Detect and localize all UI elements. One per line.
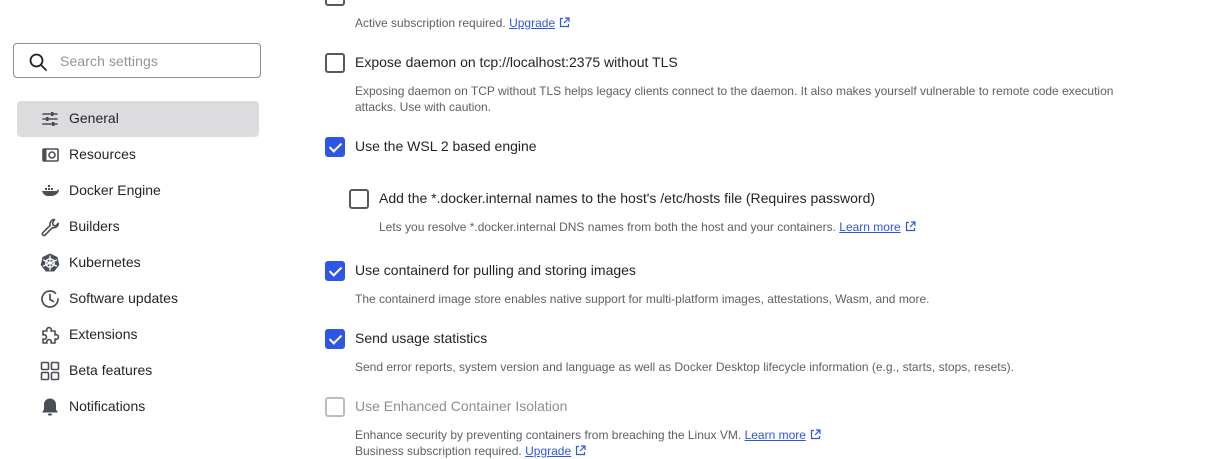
sidebar-item-label: Extensions bbox=[69, 326, 138, 342]
usage-statistics-description: Send error reports, system version and l… bbox=[355, 360, 1014, 374]
sidebar-item-label: Builders bbox=[69, 218, 120, 234]
usage-statistics-label: Send usage statistics bbox=[355, 330, 488, 346]
sidebar-item-extensions[interactable]: Extensions bbox=[17, 317, 259, 353]
search-icon bbox=[29, 53, 47, 71]
sidebar-item-label: Beta features bbox=[69, 362, 153, 378]
sidebar-item-kubernetes[interactable]: Kubernetes bbox=[17, 245, 259, 281]
sidebar-item-notifications[interactable]: Notifications bbox=[17, 389, 259, 425]
containerd-description: The containerd image store enables nativ… bbox=[355, 292, 930, 306]
settings-sidebar: Search settings General Resources Docker… bbox=[0, 0, 280, 457]
sidebar-item-general[interactable]: General bbox=[17, 101, 259, 137]
external-link-icon bbox=[560, 17, 570, 28]
clock-icon bbox=[41, 290, 59, 308]
containerd-checkbox[interactable] bbox=[325, 261, 345, 281]
sidebar-item-software-updates[interactable]: Software updates bbox=[17, 281, 259, 317]
hosts-file-description: Lets you resolve *.docker.internal DNS n… bbox=[379, 219, 916, 235]
wsl2-engine-checkbox[interactable] bbox=[325, 137, 345, 157]
whale-icon bbox=[42, 185, 59, 196]
subscription-note: Active subscription required. Upgrade bbox=[355, 15, 570, 31]
sidebar-item-docker-engine[interactable]: Docker Engine bbox=[17, 173, 259, 209]
sidebar-item-builders[interactable]: Builders bbox=[17, 209, 259, 245]
sidebar-item-resources[interactable]: Resources bbox=[17, 137, 259, 173]
eci-checkbox[interactable] bbox=[325, 397, 345, 417]
external-link-icon bbox=[576, 445, 586, 456]
external-link-icon bbox=[905, 221, 916, 232]
learn-more-link[interactable]: Learn more bbox=[839, 220, 900, 234]
puzzle-icon bbox=[42, 326, 60, 344]
sidebar-item-label: Docker Engine bbox=[69, 182, 161, 198]
expose-daemon-description: Exposing daemon on TCP without TLS helps… bbox=[355, 84, 1114, 114]
subscription-checkbox[interactable] bbox=[325, 0, 345, 6]
grid-icon bbox=[40, 361, 60, 381]
learn-more-link[interactable]: Learn more bbox=[745, 428, 806, 442]
helm-icon bbox=[40, 253, 60, 272]
expose-daemon-checkbox[interactable] bbox=[325, 53, 345, 73]
wsl2-engine-label: Use the WSL 2 based engine bbox=[355, 138, 537, 154]
search-placeholder: Search settings bbox=[60, 53, 158, 69]
sidebar-item-label: Software updates bbox=[69, 290, 178, 306]
expose-daemon-label: Expose daemon on tcp://localhost:2375 wi… bbox=[355, 54, 678, 70]
bell-icon bbox=[42, 398, 58, 416]
hosts-file-label: Add the *.docker.internal names to the h… bbox=[379, 190, 876, 206]
search-input[interactable]: Search settings bbox=[13, 43, 261, 78]
sidebar-item-label: Kubernetes bbox=[69, 254, 141, 270]
hosts-file-checkbox[interactable] bbox=[349, 189, 369, 209]
sidebar-item-label: Notifications bbox=[69, 398, 146, 414]
resources-icon bbox=[42, 148, 59, 162]
usage-statistics-checkbox[interactable] bbox=[325, 329, 345, 349]
eci-description: Enhance security by preventing container… bbox=[355, 427, 821, 459]
sidebar-item-label: General bbox=[69, 110, 119, 126]
wrench-icon bbox=[41, 218, 60, 237]
sidebar-item-beta-features[interactable]: Beta features bbox=[17, 353, 259, 389]
sliders-icon bbox=[42, 112, 58, 126]
external-link-icon bbox=[810, 429, 821, 440]
sidebar-item-label: Resources bbox=[69, 146, 136, 162]
containerd-label: Use containerd for pulling and storing i… bbox=[355, 262, 636, 278]
upgrade-link[interactable]: Upgrade bbox=[509, 16, 555, 30]
upgrade-link[interactable]: Upgrade bbox=[525, 444, 571, 458]
eci-label: Use Enhanced Container Isolation bbox=[355, 398, 568, 414]
settings-content: Active subscription required. Upgrade Ex… bbox=[300, 0, 1226, 459]
